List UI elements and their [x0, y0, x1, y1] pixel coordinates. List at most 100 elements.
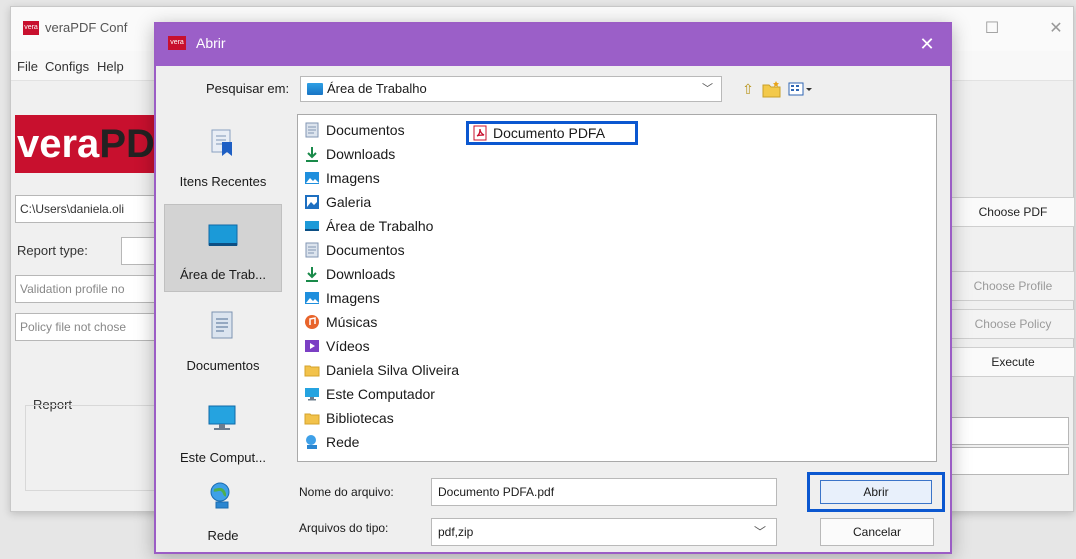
cancel-button[interactable]: Cancelar [820, 518, 934, 546]
chevron-down-icon: ﹀ [753, 525, 766, 539]
desktop-icon [307, 83, 323, 95]
list-item[interactable]: Este Computador [302, 383, 435, 405]
list-item[interactable]: Documentos [302, 119, 405, 141]
new-folder-icon[interactable] [762, 80, 782, 98]
open-button-highlight: Abrir [807, 472, 945, 512]
list-item[interactable]: Downloads [302, 263, 395, 285]
file-name-label: Nome do arquivo: [299, 485, 394, 499]
list-item[interactable]: Documentos [302, 239, 405, 261]
network-icon [210, 482, 230, 509]
music-icon [305, 315, 319, 329]
list-item-label: Imagens [326, 290, 380, 306]
dialog-close-icon[interactable]: ✕ [912, 30, 942, 58]
desktop-icon [208, 224, 238, 246]
list-item-label: Downloads [326, 146, 396, 162]
menu-configs[interactable]: Configs [45, 59, 89, 74]
place-label: Área de Trab... [180, 267, 266, 282]
list-item-label: Área de Trabalho [326, 218, 434, 234]
maximize-icon[interactable]: ☐ [977, 17, 1007, 41]
place-label: Este Comput... [180, 450, 266, 465]
place-label: Documentos [186, 358, 260, 373]
list-item[interactable]: Rede [302, 431, 359, 453]
list-item[interactable]: Downloads [302, 143, 395, 165]
menu-help[interactable]: Help [97, 59, 124, 74]
list-item[interactable]: Galeria [302, 191, 371, 213]
list-item-label: Galeria [326, 194, 372, 210]
list-item-label: Vídeos [326, 338, 370, 354]
place-desktop[interactable]: Área de Trab... [164, 204, 282, 292]
gallery-icon [305, 195, 319, 209]
choose-pdf-button[interactable]: Choose PDF [951, 197, 1075, 227]
image-icon [305, 172, 319, 184]
chevron-down-icon: ﹀ [702, 83, 713, 95]
pdf-file-item[interactable]: Documento PDFA [466, 121, 638, 145]
pdf-file-icon [473, 125, 487, 141]
look-in-value: Área de Trabalho [327, 81, 427, 96]
computer-icon [208, 405, 236, 430]
download-icon [306, 147, 318, 162]
list-item-label: Documentos [326, 242, 405, 258]
list-item[interactable]: Daniela Silva Oliveira [302, 359, 459, 381]
dialog-title: Abrir [196, 35, 226, 51]
place-documents[interactable]: Documentos [164, 296, 282, 384]
list-item-label: Documentos [326, 122, 405, 138]
verapdf-logo: veraPD [15, 115, 175, 173]
choose-profile-button[interactable]: Choose Profile [951, 271, 1075, 301]
file-type-select[interactable]: pdf,zip ﹀ [431, 518, 777, 546]
close-icon[interactable]: ✕ [1041, 17, 1071, 41]
report-output-field-1 [951, 417, 1069, 445]
image-icon [305, 292, 319, 304]
up-folder-icon[interactable]: ⇧ [738, 80, 758, 98]
dialog-titlebar: vera Abrir ✕ [156, 24, 950, 66]
place-this-computer[interactable]: Este Comput... [164, 388, 282, 476]
file-name-input[interactable]: Documento PDFA.pdf [431, 478, 777, 506]
network-icon [306, 435, 317, 449]
file-type-label: Arquivos do tipo: [299, 521, 389, 535]
list-item[interactable]: Vídeos [302, 335, 370, 357]
recent-items-icon [211, 129, 232, 156]
list-item-label: Bibliotecas [326, 410, 394, 426]
folder-icon [304, 365, 320, 377]
report-type-label: Report type: [17, 243, 88, 258]
list-item-label: Este Computador [326, 386, 435, 402]
list-item-label: Imagens [326, 170, 380, 186]
validation-profile-field: Validation profile no [15, 275, 175, 303]
look-in-combo[interactable]: Área de Trabalho ﹀ [300, 76, 722, 102]
policy-file-field: Policy file not chose [15, 313, 175, 341]
place-label: Rede [207, 528, 239, 543]
place-label: Itens Recentes [179, 174, 267, 189]
list-item[interactable]: Músicas [302, 311, 377, 333]
document-folder-icon [305, 122, 319, 138]
report-group-box [25, 405, 165, 491]
pdf-file-label: Documento PDFA [493, 125, 606, 141]
main-window-title: veraPDF Conf [45, 20, 128, 35]
documents-icon [211, 311, 233, 339]
place-network[interactable]: Rede [164, 466, 282, 554]
places-bar: Itens Recentes Área de Trab... Documento… [164, 112, 290, 543]
list-item[interactable]: Área de Trabalho [302, 215, 433, 237]
look-in-label: Pesquisar em: [206, 81, 290, 96]
list-item-label: Músicas [326, 314, 378, 330]
report-output-field-2 [951, 447, 1069, 475]
download-icon [306, 267, 318, 282]
list-item-label: Daniela Silva Oliveira [326, 362, 460, 378]
file-list[interactable]: Documentos Downloads Imagens Galeria Áre… [297, 114, 937, 462]
menu-file[interactable]: File [17, 59, 38, 74]
choose-policy-button[interactable]: Choose Policy [951, 309, 1075, 339]
execute-button[interactable]: Execute [951, 347, 1075, 377]
folder-icon [304, 413, 320, 425]
document-folder-icon [305, 242, 319, 258]
place-recent-items[interactable]: Itens Recentes [164, 112, 282, 200]
view-menu-icon[interactable] [788, 80, 812, 98]
list-item-label: Downloads [326, 266, 396, 282]
pdf-path-field[interactable]: C:\Users\daniela.oli [15, 195, 175, 223]
file-type-value: pdf,zip [438, 525, 474, 539]
list-item[interactable]: Imagens [302, 167, 380, 189]
video-icon [305, 340, 319, 352]
verapdf-app-icon: vera [23, 21, 39, 35]
list-item-label: Rede [326, 434, 360, 450]
open-button[interactable]: Abrir [820, 480, 932, 504]
list-item[interactable]: Imagens [302, 287, 380, 309]
list-item[interactable]: Bibliotecas [302, 407, 394, 429]
verapdf-app-icon: vera [168, 36, 186, 50]
